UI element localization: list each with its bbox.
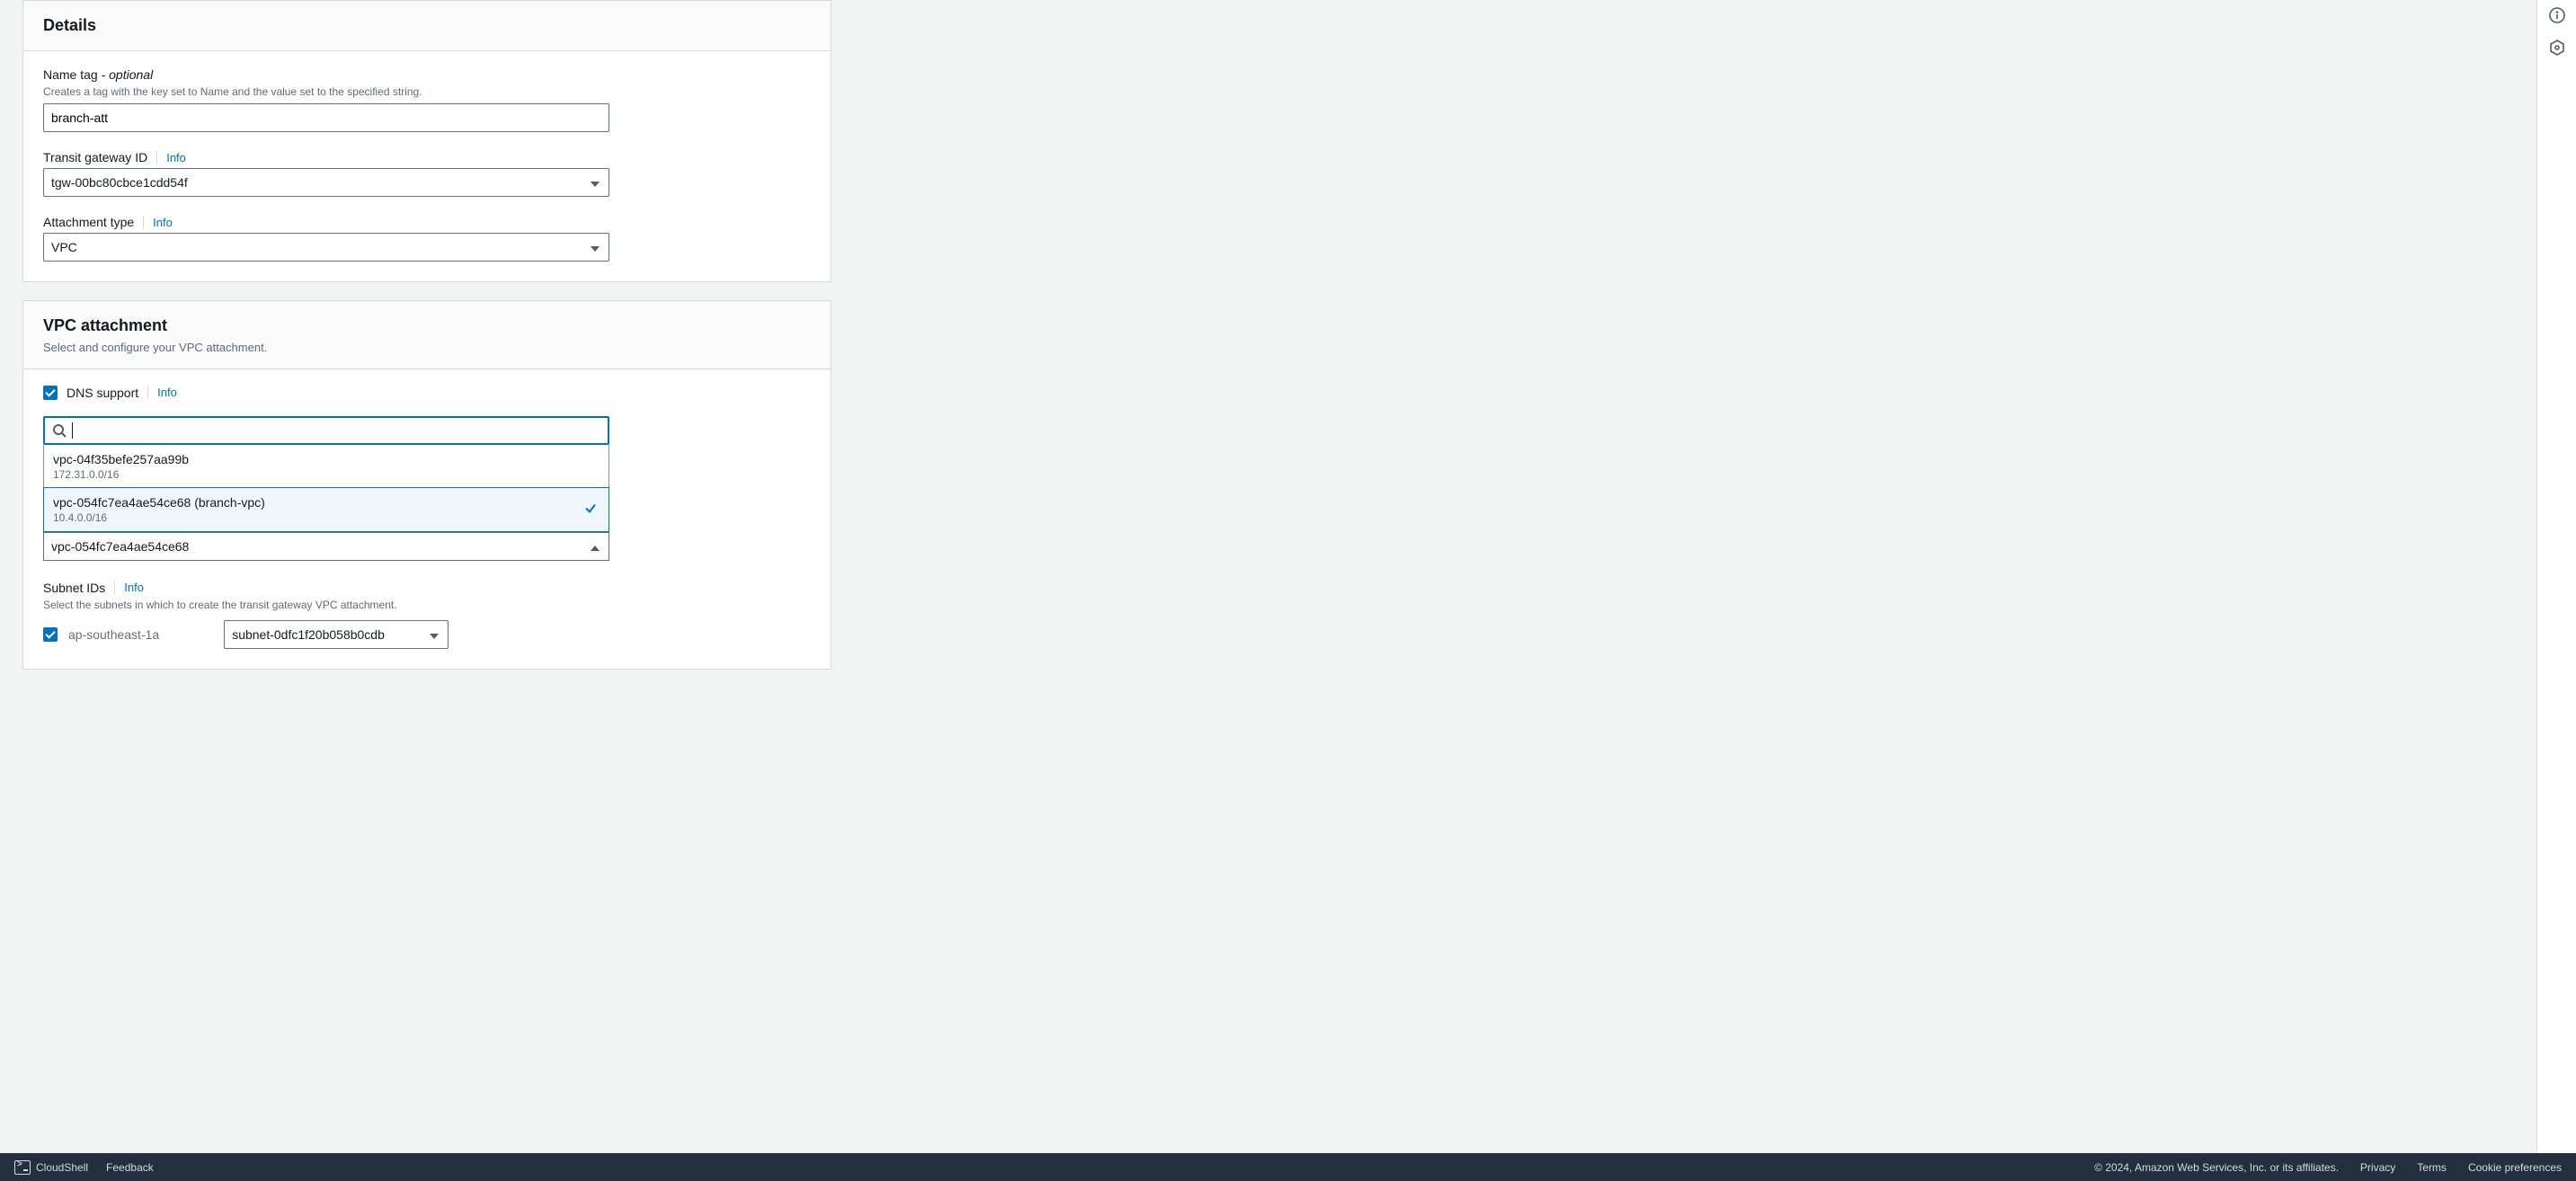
dns-support-label: DNS support xyxy=(67,386,138,400)
vpc-option[interactable]: vpc-04f35befe257aa99b 172.31.0.0/16 xyxy=(44,445,608,488)
cookie-prefs-link[interactable]: Cookie preferences xyxy=(2468,1161,2562,1174)
subnet-help: Select the subnets in which to create th… xyxy=(43,599,811,611)
feedback-link[interactable]: Feedback xyxy=(106,1161,154,1174)
details-panel: Details Name tag - optional Creates a ta… xyxy=(22,0,831,282)
cloudshell-label: CloudShell xyxy=(36,1161,88,1174)
vpc-option-cidr: 10.4.0.0/16 xyxy=(53,511,600,524)
field-attachment-type: Attachment type Info VPC xyxy=(43,215,811,262)
vpc-option-cidr: 172.31.0.0/16 xyxy=(53,468,600,481)
chevron-up-icon xyxy=(591,539,600,554)
console-footer: CloudShell Feedback © 2024, Amazon Web S… xyxy=(0,1153,2576,1181)
subnet-select[interactable]: subnet-0dfc1f20b058b0cdb xyxy=(224,620,449,649)
chevron-down-icon xyxy=(591,175,600,190)
vpc-search-box[interactable] xyxy=(43,416,609,445)
subnet-label: Subnet IDs xyxy=(43,581,105,595)
vpc-selected-value: vpc-054fc7ea4ae54ce68 xyxy=(51,539,189,554)
terms-link[interactable]: Terms xyxy=(2417,1161,2447,1174)
vpc-option[interactable]: vpc-054fc7ea4ae54ce68 (branch-vpc) 10.4.… xyxy=(43,487,609,532)
copyright-text: © 2024, Amazon Web Services, Inc. or its… xyxy=(2094,1161,2339,1174)
vpc-title: VPC attachment xyxy=(43,315,811,336)
field-subnet-ids: Subnet IDs Info Select the subnets in wh… xyxy=(43,581,811,649)
vpc-search-input[interactable] xyxy=(73,423,600,438)
chevron-down-icon xyxy=(591,240,600,254)
name-tag-help: Creates a tag with the key set to Name a… xyxy=(43,85,811,98)
cloudshell-icon xyxy=(14,1160,31,1175)
dns-support-row: DNS support Info xyxy=(43,386,811,400)
vpc-id-combo: vpc-04f35befe257aa99b 172.31.0.0/16 vpc-… xyxy=(43,416,609,561)
chevron-down-icon xyxy=(430,627,439,642)
tgw-info-link[interactable]: Info xyxy=(156,151,186,164)
vpc-selected-display[interactable]: vpc-054fc7ea4ae54ce68 xyxy=(43,532,609,561)
name-tag-input[interactable] xyxy=(43,103,609,132)
subnet-row: ap-southeast-1a subnet-0dfc1f20b058b0cdb xyxy=(43,620,811,649)
check-icon xyxy=(583,501,598,518)
dns-info-link[interactable]: Info xyxy=(147,386,177,399)
hexagon-icon[interactable] xyxy=(2547,38,2567,58)
att-type-select[interactable]: VPC xyxy=(43,233,609,262)
field-name-tag: Name tag - optional Creates a tag with t… xyxy=(43,67,811,132)
tgw-label: Transit gateway ID xyxy=(43,150,147,164)
right-help-rail xyxy=(2536,0,2576,1153)
field-tgw: Transit gateway ID Info tgw-00bc80cbce1c… xyxy=(43,150,811,197)
subnet-az-label: ap-southeast-1a xyxy=(68,627,159,642)
name-tag-label: Name tag xyxy=(43,67,98,82)
att-type-info-link[interactable]: Info xyxy=(143,216,173,229)
vpc-option-id: vpc-054fc7ea4ae54ce68 (branch-vpc) xyxy=(53,495,600,510)
subnet-az-checkbox[interactable] xyxy=(43,627,58,642)
tgw-select[interactable]: tgw-00bc80cbce1cdd54f xyxy=(43,168,609,197)
vpc-option-id: vpc-04f35befe257aa99b xyxy=(53,452,600,466)
att-type-label: Attachment type xyxy=(43,215,134,229)
vpc-dropdown: vpc-04f35befe257aa99b 172.31.0.0/16 vpc-… xyxy=(43,445,609,532)
info-circle-icon[interactable] xyxy=(2547,5,2567,25)
cloudshell-button[interactable]: CloudShell xyxy=(14,1160,88,1175)
tgw-select-value: tgw-00bc80cbce1cdd54f xyxy=(51,175,188,190)
privacy-link[interactable]: Privacy xyxy=(2360,1161,2395,1174)
search-icon xyxy=(52,423,67,438)
details-title: Details xyxy=(43,15,811,36)
vpc-subtitle: Select and configure your VPC attachment… xyxy=(43,341,811,354)
dns-support-checkbox[interactable] xyxy=(43,386,58,400)
vpc-attachment-panel: VPC attachment Select and configure your… xyxy=(22,300,831,669)
name-tag-optional: - optional xyxy=(98,67,153,82)
subnet-select-value: subnet-0dfc1f20b058b0cdb xyxy=(232,627,385,642)
subnet-info-link[interactable]: Info xyxy=(114,581,144,594)
att-type-select-value: VPC xyxy=(51,240,77,254)
